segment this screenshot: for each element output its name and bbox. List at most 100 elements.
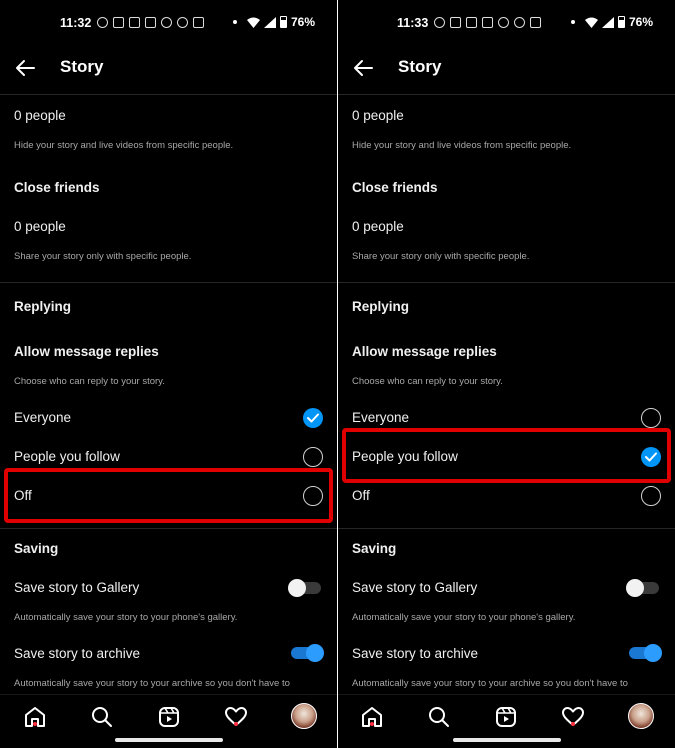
- gallery-icon: [193, 16, 204, 28]
- left-screen: 11:32 76% Story 0 people Hide your story…: [0, 0, 337, 748]
- toggle-knob: [288, 579, 306, 597]
- gallery-icon: [530, 16, 541, 28]
- hide-people-count: 0 people: [352, 108, 404, 123]
- notification-dot: [571, 722, 575, 726]
- back-arrow-icon[interactable]: [14, 58, 36, 78]
- hide-people-count: 0 people: [14, 108, 66, 123]
- battery-percent: 76%: [290, 15, 315, 29]
- dot-icon: [570, 20, 575, 24]
- status-bar: 11:33 76%: [338, 0, 675, 44]
- section-divider: [0, 528, 337, 529]
- page-title: Story: [60, 57, 104, 76]
- save-archive-toggle[interactable]: [629, 644, 662, 662]
- close-friends-description: Share your story only with specific peop…: [14, 251, 192, 262]
- status-time: 11:32: [60, 16, 92, 30]
- option-off-radio[interactable]: [303, 486, 323, 506]
- option-everyone-label: Everyone: [352, 410, 410, 425]
- news-icon: [482, 16, 493, 28]
- header-divider: [0, 94, 337, 95]
- option-off-row[interactable]: [0, 478, 337, 514]
- allow-replies-title: Allow message replies: [14, 344, 159, 359]
- profile-avatar[interactable]: [291, 703, 317, 729]
- instagram-icon: [514, 16, 525, 28]
- news-icon: [145, 16, 156, 28]
- close-friends-title: Close friends: [14, 180, 100, 195]
- save-gallery-toggle[interactable]: [626, 579, 659, 597]
- signal-icon: [263, 16, 276, 28]
- toggle-knob: [644, 644, 662, 662]
- allow-replies-title: Allow message replies: [352, 344, 497, 359]
- close-friends-title: Close friends: [352, 180, 438, 195]
- dot-icon: [232, 20, 237, 24]
- section-divider: [338, 282, 675, 283]
- option-everyone-radio[interactable]: [303, 408, 323, 428]
- profile-avatar[interactable]: [628, 703, 654, 729]
- hide-description: Hide your story and live videos from spe…: [14, 140, 234, 151]
- option-everyone-label: Everyone: [14, 410, 72, 425]
- save-gallery-description: Automatically save your story to your ph…: [14, 612, 238, 623]
- status-time: 11:33: [397, 16, 429, 30]
- wifi-icon: [246, 17, 260, 28]
- option-off-row[interactable]: [338, 478, 675, 514]
- option-people-you-follow-radio[interactable]: [303, 447, 323, 467]
- notification-dot: [33, 722, 37, 726]
- bottom-nav: [0, 694, 337, 748]
- save-gallery-toggle[interactable]: [288, 579, 321, 597]
- save-gallery-label: Save story to Gallery: [14, 580, 140, 595]
- status-bar: 11:32 76%: [0, 0, 337, 44]
- allow-replies-description: Choose who can reply to your story.: [352, 376, 503, 387]
- checkmark-icon: [645, 452, 657, 462]
- notification-dot: [234, 722, 238, 726]
- calendar-icon: [466, 16, 477, 28]
- checkmark-icon: [307, 413, 319, 423]
- toggle-knob: [306, 644, 324, 662]
- close-friends-description: Share your story only with specific peop…: [352, 251, 530, 262]
- whatsapp-icon: [97, 16, 108, 28]
- save-archive-label: Save story to archive: [352, 646, 479, 661]
- whatsapp-icon: [434, 16, 445, 28]
- save-gallery-description: Automatically save your story to your ph…: [352, 612, 576, 623]
- system-status: 76%: [570, 15, 653, 29]
- reels-icon[interactable]: [494, 705, 518, 729]
- allow-replies-description: Choose who can reply to your story.: [14, 376, 165, 387]
- battery-icon: [617, 16, 625, 28]
- notification-icons: [97, 15, 204, 29]
- option-people-you-follow-label: People you follow: [14, 449, 120, 464]
- saving-section-title: Saving: [14, 541, 59, 556]
- save-archive-description: Automatically save your story to your ar…: [14, 678, 290, 689]
- header-divider: [338, 94, 675, 95]
- back-arrow-icon[interactable]: [352, 58, 374, 78]
- replying-section-title: Replying: [14, 299, 72, 314]
- system-status: 76%: [232, 15, 315, 29]
- section-divider: [0, 282, 337, 283]
- header: Story: [0, 54, 337, 82]
- search-icon[interactable]: [90, 705, 114, 729]
- notification-dot: [370, 722, 374, 726]
- signal-icon: [601, 16, 614, 28]
- instagram-icon: [161, 16, 172, 28]
- section-divider: [338, 528, 675, 529]
- gesture-bar: [114, 738, 223, 742]
- notification-icons: [434, 15, 541, 29]
- instagram-icon: [177, 16, 188, 28]
- right-screen: 11:33 76% Story 0 people Hide your story…: [338, 0, 675, 748]
- battery-percent: 76%: [628, 15, 653, 29]
- calendar-icon: [129, 16, 140, 28]
- option-off-radio[interactable]: [641, 486, 661, 506]
- message-icon: [113, 16, 124, 28]
- close-friends-count: 0 people: [14, 219, 66, 234]
- option-people-you-follow-radio[interactable]: [641, 447, 661, 467]
- instagram-icon: [498, 16, 509, 28]
- search-icon[interactable]: [427, 705, 451, 729]
- option-everyone-radio[interactable]: [641, 408, 661, 428]
- hide-description: Hide your story and live videos from spe…: [352, 140, 572, 151]
- toggle-knob: [626, 579, 644, 597]
- close-friends-count: 0 people: [352, 219, 404, 234]
- option-off-label: Off: [14, 488, 32, 503]
- bottom-nav: [338, 694, 675, 748]
- save-archive-toggle[interactable]: [291, 644, 324, 662]
- page-title: Story: [398, 57, 442, 76]
- saving-section-title: Saving: [352, 541, 397, 556]
- reels-icon[interactable]: [157, 705, 181, 729]
- save-gallery-label: Save story to Gallery: [352, 580, 478, 595]
